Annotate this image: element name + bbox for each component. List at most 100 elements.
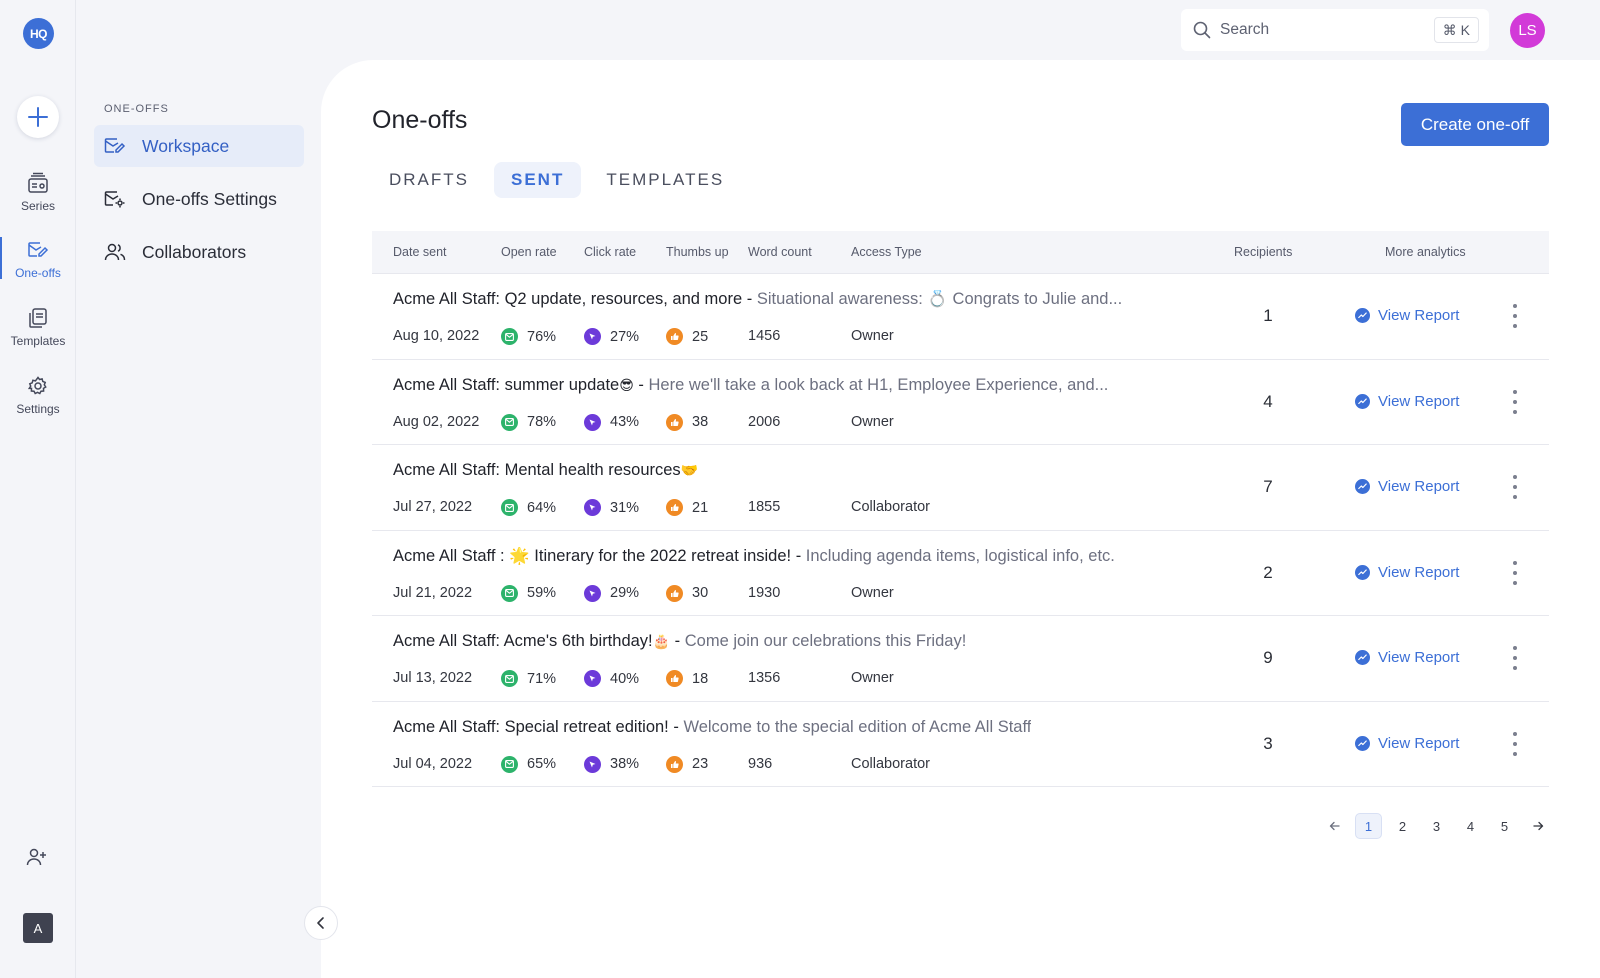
rail-item-one-offs[interactable]: One-offs <box>0 237 76 280</box>
new-button[interactable] <box>17 96 59 138</box>
recipients-count: 1 <box>1263 306 1273 325</box>
open-rate-value: 71% <box>527 670 557 687</box>
title-separator: - <box>668 717 684 736</box>
envelope-icon <box>501 755 518 773</box>
title-separator: - <box>633 375 649 394</box>
open-rate: 78% <box>501 413 556 431</box>
page-title: One-offs <box>372 106 468 134</box>
more-options-icon[interactable] <box>1511 304 1519 328</box>
word-count: 1456 <box>748 328 781 344</box>
sidebar-item-workspace[interactable]: Workspace <box>94 125 304 167</box>
one-off-title[interactable]: Acme All Staff: summer update😎 - Here we… <box>393 376 1108 395</box>
view-report-label: View Report <box>1378 307 1460 324</box>
tab-templates[interactable]: TEMPLATES <box>589 162 741 198</box>
thumbs-up-value: 18 <box>692 670 709 687</box>
access-type: Owner <box>851 584 894 601</box>
collapse-sidebar-button[interactable] <box>304 906 338 940</box>
click-rate: 40% <box>584 670 639 687</box>
sent-table: Date sent Open rate Click rate Thumbs up… <box>372 231 1549 787</box>
cursor-click-icon <box>584 499 601 516</box>
thumbs-up-icon <box>666 499 683 516</box>
click-rate-value: 43% <box>610 414 640 430</box>
envelope-icon <box>501 499 518 516</box>
tab-drafts[interactable]: DRAFTS <box>372 162 486 198</box>
one-off-preview: Welcome to the special edition of Acme A… <box>683 717 1032 736</box>
workspace-avatar[interactable]: A <box>23 913 53 943</box>
one-off-title[interactable]: Acme All Staff: Q2 update, resources, an… <box>393 290 1122 309</box>
view-report-link[interactable]: View Report <box>1355 649 1459 666</box>
click-rate: 38% <box>584 755 639 773</box>
one-off-title[interactable]: Acme All Staff : 🌟 Itinerary for the 202… <box>393 547 1115 566</box>
invite-user-button[interactable] <box>26 847 48 872</box>
view-report-link[interactable]: View Report <box>1355 564 1459 581</box>
column-click-rate[interactable]: Click rate <box>584 245 636 259</box>
one-off-preview: Here we'll take a look back at H1, Emplo… <box>648 375 1109 394</box>
one-off-title[interactable]: Acme All Staff: Mental health resources🤝 <box>393 461 698 480</box>
table-row[interactable]: Acme All Staff : 🌟 Itinerary for the 202… <box>372 531 1549 616</box>
more-options-icon[interactable] <box>1511 731 1519 756</box>
title-separator: - <box>742 290 757 308</box>
table-row[interactable]: Acme All Staff: Acme's 6th birthday!🎂 - … <box>372 616 1549 702</box>
thumbs-up-value: 30 <box>692 585 709 601</box>
column-thumbs-up[interactable]: Thumbs up <box>666 245 729 259</box>
page-button[interactable]: 4 <box>1457 813 1484 839</box>
more-options-icon[interactable] <box>1511 560 1519 585</box>
view-report-link[interactable]: View Report <box>1355 307 1459 324</box>
user-avatar[interactable]: LS <box>1510 13 1545 48</box>
more-options-icon[interactable] <box>1511 475 1519 499</box>
table-row[interactable]: Acme All Staff: Mental health resources🤝… <box>372 445 1549 531</box>
rail-item-series[interactable]: Series <box>0 170 76 213</box>
table-row[interactable]: Acme All Staff: Q2 update, resources, an… <box>372 274 1549 360</box>
envelope-gear-icon <box>104 189 130 209</box>
create-one-off-button[interactable]: Create one-off <box>1401 103 1549 146</box>
thumbs-up-value: 38 <box>692 414 709 430</box>
column-recipients[interactable]: Recipients <box>1234 245 1292 259</box>
one-off-subject: Acme All Staff: Acme's 6th birthday! <box>393 632 653 650</box>
date-sent: Jul 04, 2022 <box>393 755 473 772</box>
table-body: Acme All Staff: Q2 update, resources, an… <box>372 274 1549 787</box>
view-report-label: View Report <box>1378 563 1460 581</box>
next-page-button[interactable] <box>1525 813 1552 839</box>
rail-item-templates[interactable]: Templates <box>0 305 76 348</box>
subject-emoji: 🤝 <box>680 462 699 478</box>
analytics-icon <box>1355 564 1370 580</box>
sidebar-item-collaborators[interactable]: Collaborators <box>94 231 304 273</box>
date-sent: Jul 13, 2022 <box>393 670 473 686</box>
column-date-sent[interactable]: Date sent <box>393 245 447 259</box>
word-count: 1930 <box>748 584 781 601</box>
column-word-count[interactable]: Word count <box>748 245 812 259</box>
more-options-icon[interactable] <box>1511 646 1519 670</box>
tab-sent[interactable]: SENT <box>494 162 582 198</box>
search-placeholder: Search <box>1220 21 1270 38</box>
sidebar-item-one-offs-settings[interactable]: One-offs Settings <box>94 178 304 220</box>
search-input[interactable]: Search ⌘ K <box>1181 9 1489 51</box>
app-logo[interactable]: HQ <box>23 18 54 49</box>
column-access-type[interactable]: Access Type <box>851 245 922 259</box>
envelope-icon <box>501 670 518 687</box>
one-off-subject: Acme All Staff : 🌟 Itinerary for the 202… <box>393 546 792 565</box>
subject-emoji: 🎂 <box>652 633 671 649</box>
page-button[interactable]: 2 <box>1389 813 1416 839</box>
page-button[interactable]: 5 <box>1491 813 1518 839</box>
one-off-subject: Acme All Staff: Special retreat edition! <box>393 717 669 736</box>
thumbs-up-icon <box>666 328 683 345</box>
one-off-title[interactable]: Acme All Staff: Acme's 6th birthday!🎂 - … <box>393 632 966 651</box>
open-rate-value: 65% <box>527 756 557 772</box>
table-row[interactable]: Acme All Staff: summer update😎 - Here we… <box>372 360 1549 445</box>
rail-item-settings[interactable]: Settings <box>0 373 76 416</box>
table-row[interactable]: Acme All Staff: Special retreat edition!… <box>372 702 1549 787</box>
column-open-rate[interactable]: Open rate <box>501 245 557 259</box>
one-off-title[interactable]: Acme All Staff: Special retreat edition!… <box>393 718 1031 737</box>
cursor-click-icon <box>584 413 601 431</box>
view-report-link[interactable]: View Report <box>1355 735 1459 752</box>
rail-label: Settings <box>16 402 60 416</box>
thumbs-up: 18 <box>666 670 708 687</box>
view-report-link[interactable]: View Report <box>1355 393 1459 410</box>
previous-page-button[interactable] <box>1321 813 1348 839</box>
title-separator: - <box>670 632 685 650</box>
click-rate: 31% <box>584 499 639 516</box>
more-options-icon[interactable] <box>1511 389 1519 414</box>
view-report-link[interactable]: View Report <box>1355 478 1459 495</box>
page-button[interactable]: 3 <box>1423 813 1450 839</box>
page-button[interactable]: 1 <box>1355 813 1382 839</box>
